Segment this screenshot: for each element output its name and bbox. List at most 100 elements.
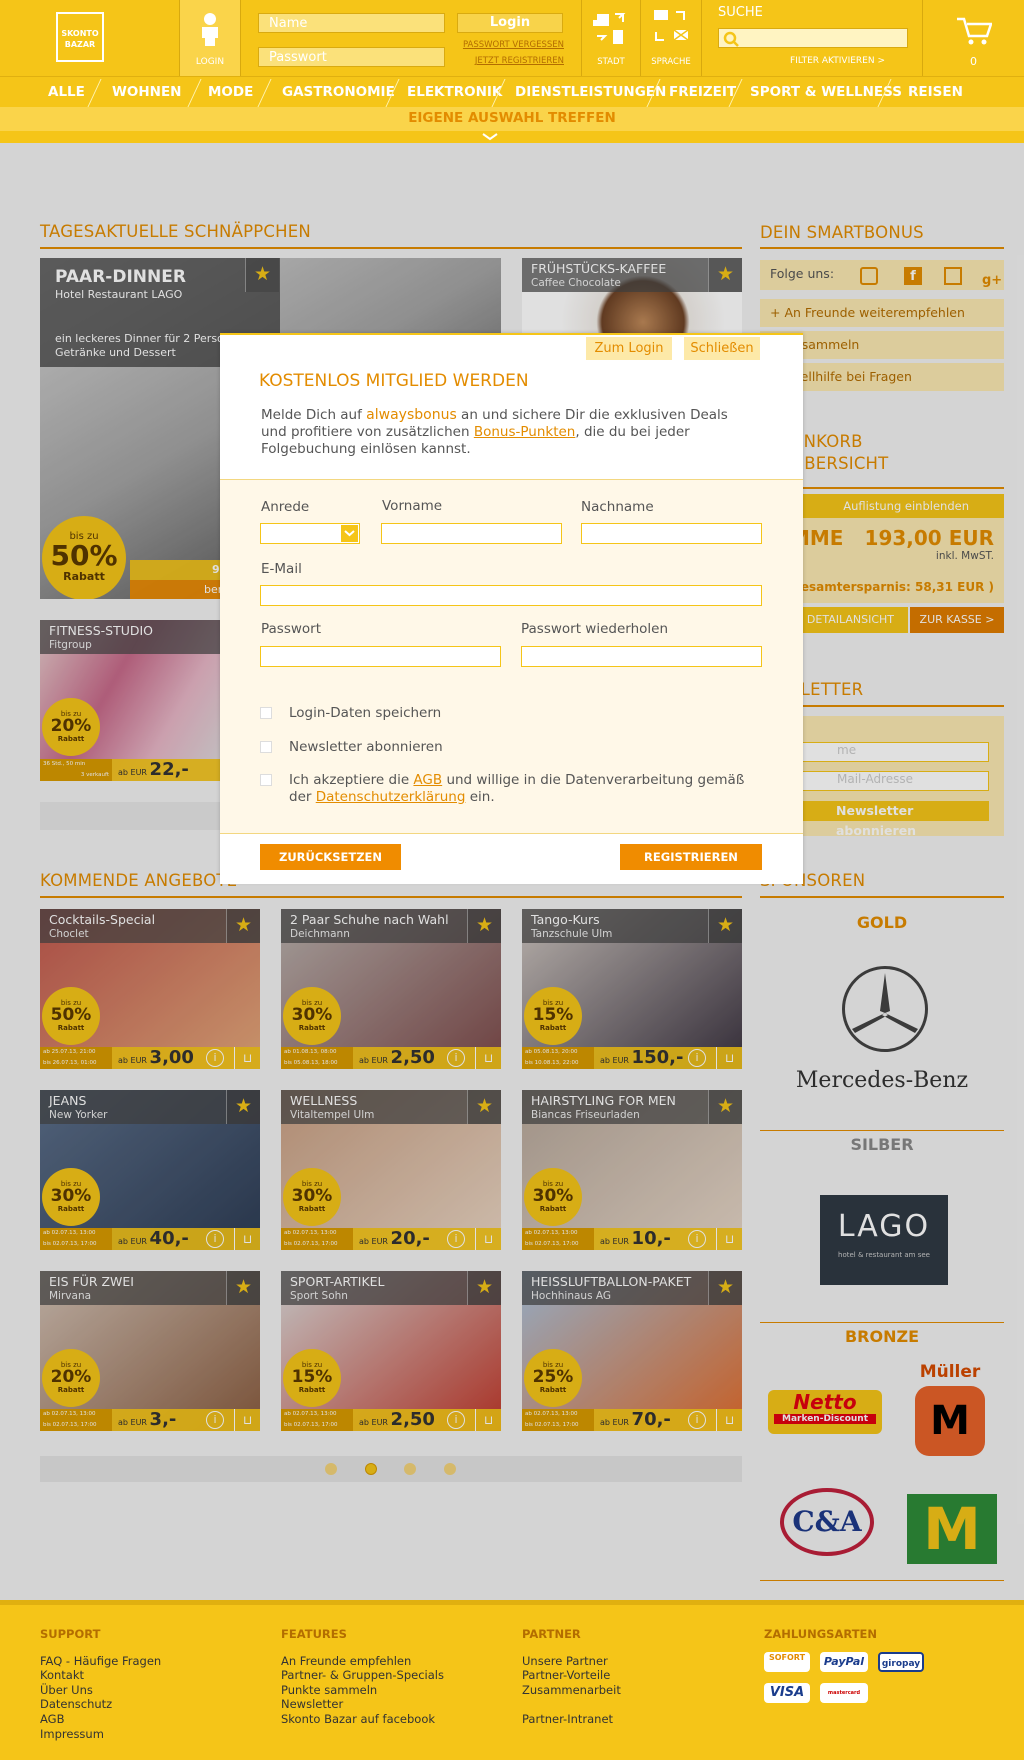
star-icon[interactable]: ★ (467, 1271, 501, 1305)
header-name-input[interactable] (258, 13, 445, 33)
footer-link[interactable]: Zusammenarbeit (522, 1683, 621, 1698)
nav-reisen[interactable]: REISEN (908, 77, 963, 108)
basket-icon[interactable]: ⊔ (234, 1228, 260, 1250)
nav-dienstleistungen[interactable]: DIENSTLEISTUNGEN (515, 77, 666, 108)
offer-card[interactable]: HAIRSTYLING FOR MEN Biancas Friseurladen … (522, 1090, 742, 1250)
email-input[interactable] (260, 585, 762, 606)
info-icon[interactable]: i (206, 1049, 224, 1067)
reset-button[interactable]: ZURÜCKSETZEN (260, 844, 401, 870)
basket-icon[interactable]: ⊔ (716, 1047, 742, 1069)
footer-link[interactable]: Skonto Bazar auf facebook (281, 1712, 444, 1727)
basket-icon[interactable]: ⊔ (234, 1047, 260, 1069)
site-logo[interactable]: SKONTO BAZAR (56, 12, 104, 62)
info-icon[interactable]: i (688, 1049, 706, 1067)
info-icon[interactable]: i (447, 1230, 465, 1248)
offer-card[interactable]: Cocktails-Special Choclet ★ bis zu 50% Ra… (40, 909, 260, 1069)
save-login-checkbox[interactable] (260, 707, 272, 719)
info-icon[interactable]: i (688, 1230, 706, 1248)
page-dot[interactable] (325, 1463, 337, 1475)
footer-link[interactable]: Partner-Intranet (522, 1712, 621, 1727)
twitter-icon[interactable] (944, 267, 962, 285)
agb-link[interactable]: AGB (413, 772, 442, 788)
nav-gastronomie[interactable]: GASTRONOMIE (282, 77, 395, 108)
star-icon[interactable]: ★ (467, 1090, 501, 1124)
newsletter-checkbox[interactable] (260, 741, 272, 753)
basket-icon[interactable]: ⊔ (475, 1228, 501, 1250)
page-dot[interactable] (444, 1463, 456, 1475)
firstname-input[interactable] (381, 523, 562, 544)
footer-link[interactable]: An Freunde empfehlen (281, 1654, 444, 1669)
nav-freizeit[interactable]: FREIZEIT (669, 77, 736, 108)
footer-link[interactable]: Newsletter (281, 1697, 444, 1712)
register-now-link[interactable]: JETZT REGISTRIEREN (450, 56, 564, 66)
star-icon[interactable]: ★ (708, 258, 742, 292)
password-repeat-input[interactable] (521, 646, 762, 667)
terms-checkbox[interactable] (260, 774, 272, 786)
bonus-points-link[interactable]: Bonus-Punkten (474, 424, 576, 440)
nav-alle[interactable]: ALLE (48, 77, 85, 108)
close-button[interactable]: Schließen (684, 337, 760, 360)
cart-button[interactable]: 0 (923, 0, 1024, 76)
info-icon[interactable]: i (688, 1411, 706, 1429)
basket-icon[interactable]: ⊔ (234, 1409, 260, 1431)
mercedes-logo[interactable] (842, 966, 928, 1052)
nav-wohnen[interactable]: WOHNEN (112, 77, 181, 108)
footer-link[interactable]: Partner- & Gruppen-Specials (281, 1668, 444, 1683)
star-icon[interactable]: ★ (467, 909, 501, 943)
info-icon[interactable]: i (206, 1411, 224, 1429)
facebook-icon[interactable]: f (904, 267, 922, 285)
nav-elektronik[interactable]: ELEKTRONIK (407, 77, 502, 108)
ca-logo[interactable]: C&A (780, 1488, 874, 1556)
google-plus-icon[interactable]: g+ (982, 267, 1002, 288)
lago-logo[interactable]: LAGO hotel & restaurant am see (820, 1195, 948, 1285)
mcdonalds-logo[interactable]: M (907, 1494, 997, 1564)
login-toggle[interactable]: LOGIN (180, 0, 240, 76)
footer-link[interactable]: Impressum (40, 1727, 161, 1742)
newsletter-subscribe-button[interactable]: Newsletter abonnieren (796, 801, 989, 838)
footer-link[interactable]: Punkte sammeln (281, 1683, 444, 1698)
star-icon[interactable]: ★ (245, 258, 279, 292)
offer-card[interactable]: 2 Paar Schuhe nach Wahl Deichmann ★ bis z… (281, 909, 501, 1069)
nav-mode[interactable]: MODE (208, 77, 253, 108)
offer-card[interactable]: EIS FÜR ZWEI Mirvana ★ bis zu 20% Rabatt … (40, 1271, 260, 1431)
footer-link[interactable]: Kontakt (40, 1668, 161, 1683)
star-icon[interactable]: ★ (708, 909, 742, 943)
offer-card[interactable]: WELLNESS Vitaltempel Ulm ★ bis zu 30% Rab… (281, 1090, 501, 1250)
search-input[interactable] (718, 28, 908, 48)
footer-link[interactable]: FAQ - Häufige Fragen (40, 1654, 161, 1669)
to-login-button[interactable]: Zum Login (586, 337, 672, 360)
footer-link[interactable]: Datenschutz (40, 1697, 161, 1712)
header-login-button[interactable]: Login (457, 13, 563, 33)
page-dot-active[interactable] (365, 1463, 377, 1475)
offer-card[interactable]: JEANS New Yorker ★ bis zu 30% Rabatt ab 0… (40, 1090, 260, 1250)
info-icon[interactable]: i (206, 1230, 224, 1248)
forgot-password-link[interactable]: PASSWORT VERGESSEN (450, 40, 564, 50)
info-icon[interactable]: i (447, 1049, 465, 1067)
filter-link[interactable]: FILTER AKTIVIEREN > (790, 56, 885, 66)
footer-link[interactable]: Über Uns (40, 1683, 161, 1698)
star-icon[interactable]: ★ (226, 1271, 260, 1305)
brand-link[interactable]: alwaysbonus (366, 407, 457, 423)
star-icon[interactable]: ★ (226, 909, 260, 943)
footer-link[interactable]: Unsere Partner (522, 1654, 621, 1669)
city-selector[interactable]: STADT (582, 0, 640, 76)
deal-card-coffee[interactable]: FRÜHSTÜCKS-KAFFEE Caffee Chocolate ★ (522, 258, 742, 338)
star-icon[interactable]: ★ (226, 1090, 260, 1124)
basket-icon[interactable]: ⊔ (475, 1047, 501, 1069)
lastname-input[interactable] (581, 523, 762, 544)
mueller-logo[interactable]: M (915, 1386, 985, 1456)
salutation-select[interactable] (260, 523, 360, 544)
checkout-button[interactable]: ZUR KASSE > (910, 607, 1004, 633)
newsletter-name-input[interactable]: me (796, 742, 989, 762)
basket-icon[interactable]: ⊔ (716, 1228, 742, 1250)
basket-icon[interactable]: ⊔ (716, 1409, 742, 1431)
newsletter-email-input[interactable]: Mail-Adresse (796, 771, 989, 791)
offer-card[interactable]: SPORT-ARTIKEL Sport Sohn ★ bis zu 15% Rab… (281, 1271, 501, 1431)
rss-icon[interactable] (860, 267, 878, 285)
offer-card[interactable]: HEISSLUFTBALLON-PAKET Hochhinaus AG ★ bis… (522, 1271, 742, 1431)
selection-bar-handle[interactable] (0, 131, 1024, 143)
deal-card-fitness[interactable]: FITNESS-STUDIO Fitgroup bis zu 20% Rabatt… (40, 620, 220, 781)
privacy-link[interactable]: Datenschutzerklärung (316, 789, 466, 805)
info-icon[interactable]: i (447, 1411, 465, 1429)
header-password-input[interactable] (258, 47, 445, 67)
